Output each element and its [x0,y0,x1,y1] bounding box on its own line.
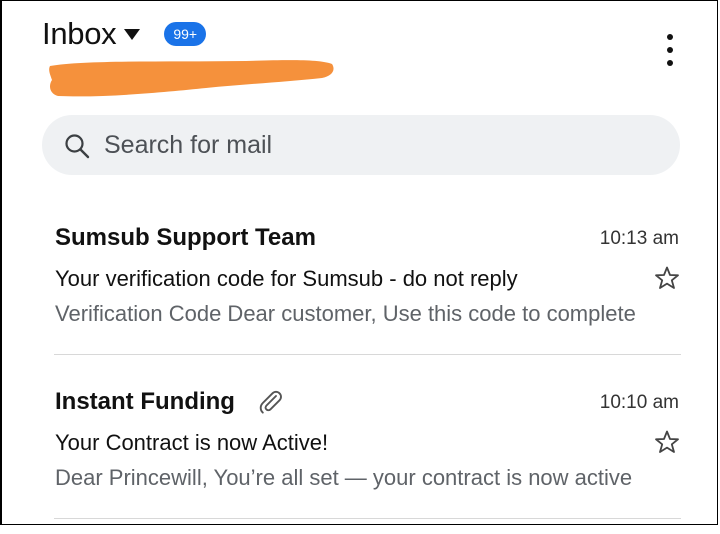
email-sender: Sumsub Support Team [55,224,316,251]
caret-down-icon[interactable] [124,28,141,40]
email-subject: Your verification code for Sumsub - do n… [55,266,518,291]
more-options-button[interactable] [660,30,680,70]
email-list-item[interactable]: Sumsub Support Team 10:13 am Your verifi… [0,210,720,370]
mailbox-title[interactable]: Inbox [42,16,117,52]
email-subject: Your Contract is now Active! [55,430,329,455]
more-vert-icon-dot [667,60,673,66]
star-icon[interactable] [654,429,680,455]
email-snippet: Verification Code Dear customer, Use thi… [55,301,636,326]
list-divider [54,354,681,355]
search-input[interactable] [104,115,664,175]
paperclip-icon [259,390,282,414]
list-divider [54,518,681,519]
email-snippet: Dear Princewill, You’re all set — your c… [55,465,633,490]
unread-count-badge: 99+ [164,22,207,46]
email-time: 10:10 am [599,392,679,413]
email-sender: Instant Funding [55,388,235,415]
mailbox-header: Inbox 99+ [42,12,207,56]
search-bar[interactable] [42,115,680,175]
email-list-item[interactable]: Instant Funding 10:10 am Your Contract i… [0,374,720,534]
star-icon[interactable] [654,265,680,291]
more-vert-icon [667,34,673,40]
redacted-account-email [49,60,334,97]
more-vert-icon-dot [667,47,673,53]
search-icon [65,134,90,159]
email-time: 10:13 am [599,228,679,249]
